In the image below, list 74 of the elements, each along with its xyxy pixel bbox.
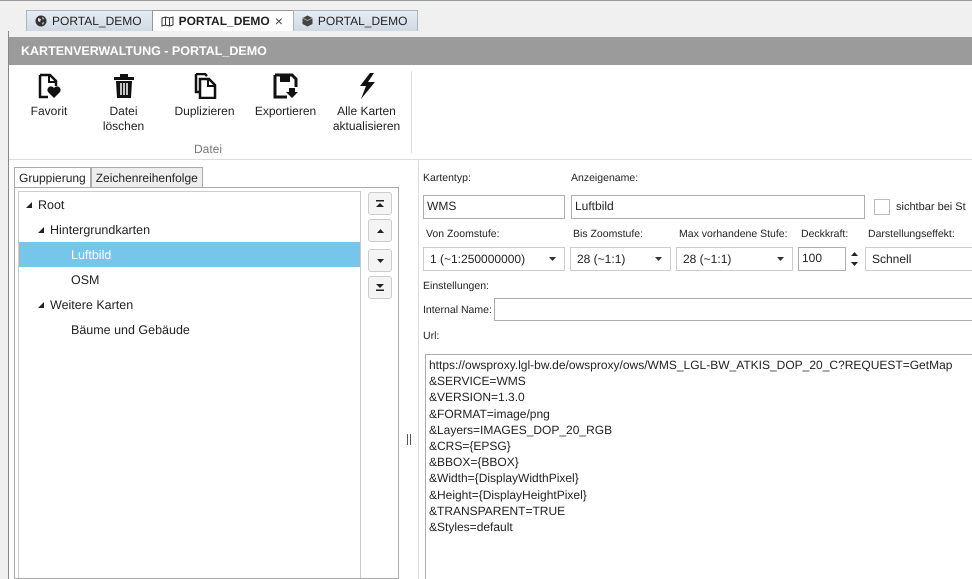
text-line: &VERSION=1.3.0 [429, 389, 526, 406]
field-label: Kartentyp: [423, 172, 472, 184]
tree-item[interactable]: Root [19, 192, 360, 217]
panel-title: KARTENVERWALTUNG - PORTAL_DEMO [21, 44, 267, 58]
text-line: &SERVICE=WMS [429, 373, 527, 390]
text-field[interactable] [494, 298, 972, 321]
text-area[interactable] [425, 354, 972, 579]
tree-item[interactable]: Hintergrundkarten [19, 217, 360, 242]
close-icon[interactable]: × [274, 13, 283, 29]
ribbon-button[interactable]: Duplizieren [164, 73, 245, 139]
text-line: &BBOX={BBOX} [429, 454, 520, 470]
map-icon [160, 16, 174, 26]
dropdown-arrow-icon [549, 257, 556, 261]
move-up-icon [376, 228, 384, 232]
text-line: &Width={DisplayWidthPixel} [429, 470, 580, 487]
dropdown[interactable]: Schnell [865, 247, 972, 271]
text-line: &Height={DisplayHeightPixel} [429, 486, 588, 503]
tab[interactable]: Gruppierung [14, 167, 91, 187]
order-button[interactable] [368, 276, 392, 299]
tree-item[interactable]: Bäume und Gebäude [19, 317, 360, 342]
globe-icon [35, 15, 47, 27]
tab-label: PORTAL_DEMO [318, 14, 408, 28]
expanded-icon[interactable] [25, 200, 33, 208]
expanded-icon[interactable] [37, 300, 45, 308]
dropdown[interactable]: 1 (~1:250000000) [423, 247, 565, 271]
dropdown-arrow-icon [655, 257, 662, 261]
document-tab[interactable]: PORTAL_DEMO [292, 10, 418, 31]
text-line: &FORMAT=image/png [429, 406, 551, 422]
tree-item[interactable]: OSM [19, 267, 360, 292]
dropdown[interactable]: 28 (~1:1) [676, 247, 793, 271]
field-label: Darstellungseffekt: [867, 228, 956, 240]
cube-icon [302, 15, 313, 27]
dropdown-arrow-icon [777, 257, 784, 261]
ribbon-button[interactable]: Alle Karten aktualisieren [326, 73, 407, 139]
text-line: &Styles=default [429, 519, 514, 536]
text-field[interactable]: WMS [423, 195, 565, 219]
tree-item[interactable]: Weitere Karten [19, 292, 360, 317]
ribbon-button[interactable]: Datei löschen [83, 73, 164, 139]
field-label: Internal Name: [423, 304, 492, 316]
document-tab[interactable]: PORTAL_DEMO × [152, 10, 294, 31]
spinner-arrows-icon[interactable] [851, 251, 858, 267]
expanded-icon[interactable] [37, 226, 45, 234]
move-down-icon [376, 258, 384, 262]
ribbon-button[interactable]: Exportieren [245, 73, 326, 139]
field-label: Anzeigename: [571, 172, 640, 184]
move-top-icon [376, 200, 384, 207]
section-label: Einstellungen: [423, 280, 490, 292]
field-label: Url: [423, 330, 440, 342]
tab-label: PORTAL_DEMO [52, 14, 142, 28]
ribbon-group-label: Datei [194, 142, 222, 156]
order-button[interactable] [368, 219, 392, 242]
tab[interactable]: Zeichenreihenfolge [90, 167, 203, 187]
save-icon [272, 73, 298, 99]
document-tab[interactable]: PORTAL_DEMO [26, 10, 153, 31]
field-label: Deckkraft: [800, 228, 850, 240]
move-bottom-icon [376, 284, 384, 291]
text-line: &Layers=IMAGES_DOP_20_RGB [429, 422, 614, 438]
text-line: &CRS={EPSG} [429, 438, 512, 454]
number-field[interactable]: 100 [798, 247, 846, 271]
field-label: Von Zoomstufe: [425, 228, 501, 240]
checkbox[interactable] [874, 199, 890, 215]
ribbon-button[interactable]: Favorit [15, 73, 83, 139]
field-label: Bis Zoomstufe: [572, 228, 644, 240]
document-heart-icon [36, 73, 62, 99]
order-button[interactable] [368, 249, 392, 272]
checkbox-label: sichtbar bei St [896, 201, 966, 213]
field-label: Max vorhandene Stufe: [678, 228, 789, 240]
order-button[interactable] [368, 192, 392, 215]
splitter-grip-icon[interactable] [406, 434, 410, 445]
text-line: &TRANSPARENT=TRUE [429, 502, 566, 520]
text-line: https://owsproxy.lgl-bw.de/owsproxy/ows/WMS_LGL-BW_ATKIS_DOP_20_C?REQUEST=GetMap [429, 357, 954, 374]
tab-label: PORTAL_DEMO [178, 14, 270, 28]
dropdown[interactable]: 28 (~1:1) [570, 247, 671, 271]
text-field[interactable]: Luftbild [571, 195, 865, 219]
